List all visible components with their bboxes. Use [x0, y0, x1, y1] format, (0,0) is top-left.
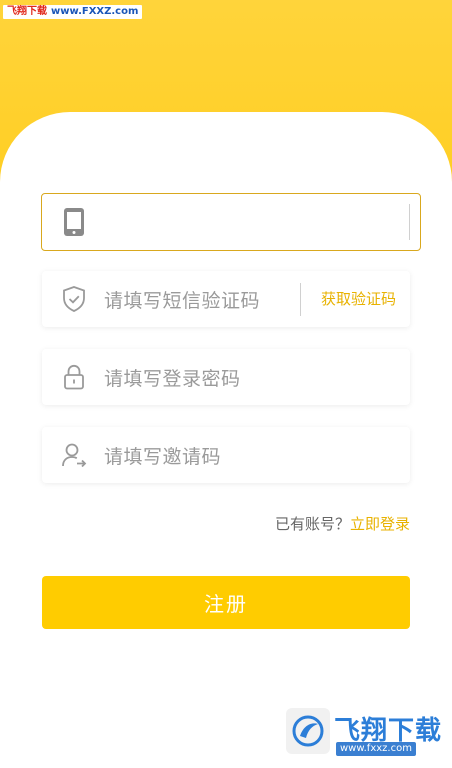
invite-placeholder[interactable]: 请填写邀请码 — [104, 442, 221, 469]
phone-field[interactable] — [41, 193, 421, 251]
watermark-url: www.FXXZ.com — [51, 6, 139, 17]
user-icon — [60, 441, 88, 469]
phone-icon — [60, 208, 88, 236]
get-code-button[interactable]: 获取验证码 — [321, 271, 396, 327]
divider — [300, 283, 301, 316]
password-field[interactable]: 请填写登录密码 — [42, 349, 410, 405]
lock-icon — [60, 363, 88, 391]
shield-icon — [60, 285, 88, 313]
text-cursor — [409, 204, 410, 240]
login-prompt-text: 已有账号？ — [274, 515, 350, 533]
password-placeholder[interactable]: 请填写登录密码 — [104, 364, 241, 391]
invite-field[interactable]: 请填写邀请码 — [42, 427, 410, 483]
form-card: 请填写短信验证码 获取验证码 请填写登录密码 请填写邀请码 — [0, 112, 452, 768]
sms-code-field[interactable]: 请填写短信验证码 获取验证码 — [42, 271, 410, 327]
login-link[interactable]: 立即登录 — [350, 515, 410, 533]
brand-logo-icon — [286, 708, 330, 754]
phone-input[interactable] — [104, 202, 420, 242]
brand-watermark: 飞翔下载 www.fxxz.com — [286, 708, 442, 758]
watermark-site-name: 飞翔下载 — [7, 6, 47, 17]
brand-url: www.fxxz.com — [336, 742, 416, 756]
sms-code-placeholder[interactable]: 请填写短信验证码 — [104, 286, 260, 313]
register-button[interactable]: 注册 — [42, 576, 410, 629]
login-prompt: 已有账号？立即登录 — [275, 513, 410, 534]
watermark-top: 飞翔下载 www.FXXZ.com — [3, 5, 143, 19]
